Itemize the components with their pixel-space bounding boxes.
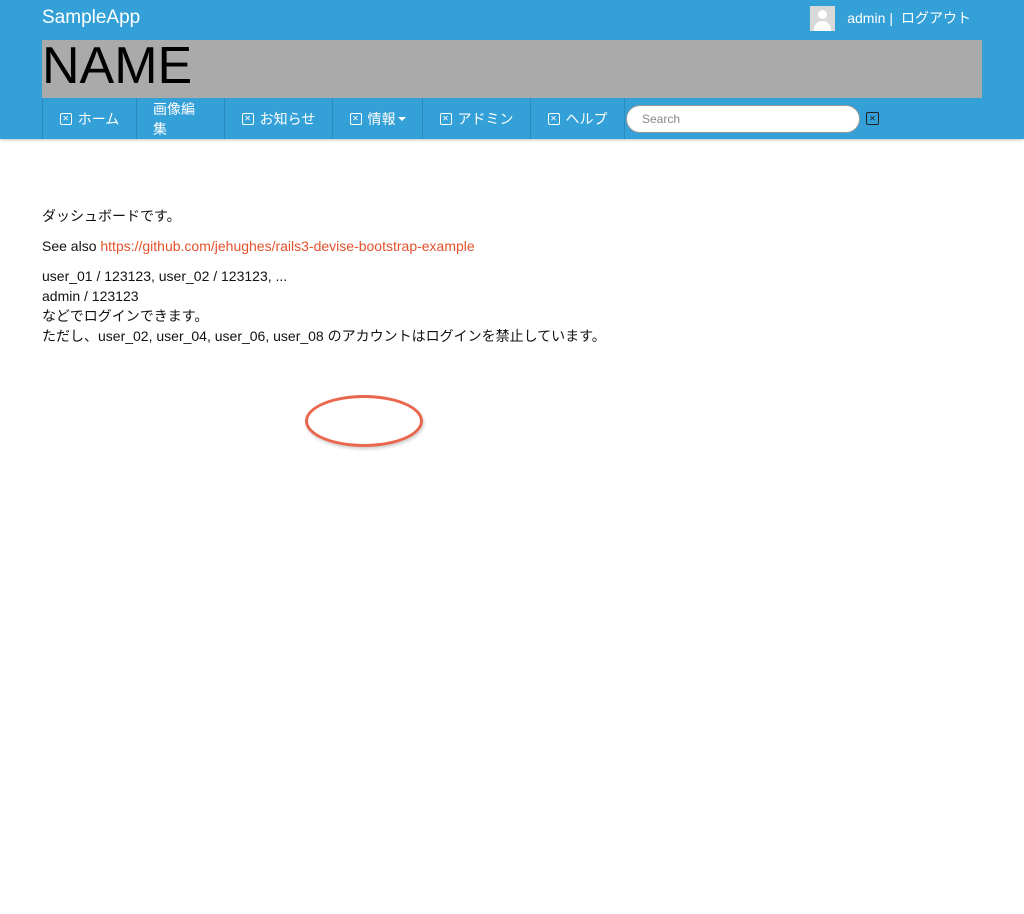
annotation-ellipse [305,395,423,447]
credentials-line: admin / 123123 [42,288,139,304]
nav-item-image-edit[interactable]: 画像編集 [136,98,224,139]
nav-item-label: アドミン [457,110,514,127]
search-input[interactable] [626,104,860,133]
credentials-block: user_01 / 123123, user_02 / 123123, ... … [42,266,606,346]
nav-item-label: お知らせ [259,110,316,127]
name-banner: NAME [42,40,982,98]
username-link[interactable]: admin [847,10,885,26]
logout-link[interactable]: ログアウト [901,8,971,28]
nav-item-help[interactable]: ✕ ヘルプ [530,98,624,139]
nav-item-admin[interactable]: ✕ アドミン [422,98,530,139]
banner-title: NAME [42,37,193,95]
search-form: ✕ [624,98,879,139]
see-also-line: See also https://github.com/jehughes/rai… [42,236,606,256]
credentials-line: user_01 / 123123, user_02 / 123123, ... [42,268,288,284]
main-content: ダッシュボードです。 See also https://github.com/j… [42,206,606,356]
home-icon: ✕ [59,112,72,125]
see-also-prefix: See also [42,238,101,254]
help-icon: ✕ [547,112,560,125]
brand-link[interactable]: SampleApp [42,7,140,29]
caret-down-icon [397,116,406,121]
nav-item-info[interactable]: ✕ 情報 [332,98,422,139]
nav-item-news[interactable]: ✕ お知らせ [224,98,332,139]
main-navbar: ✕ ホーム 画像編集 ✕ お知らせ ✕ 情報 ✕ アドミン ✕ ヘルプ ✕ [42,98,879,139]
top-header: SampleApp admin | ログアウト NAME ✕ ホーム 画像編集 … [0,0,1024,139]
credentials-line: などでログインできます。 [42,308,209,324]
github-link[interactable]: https://github.com/jehughes/rails3-devis… [100,238,474,254]
nav-item-label: ヘルプ [565,110,608,127]
credentials-line: ただし、user_02, user_04, user_06, user_08 の… [42,328,606,344]
search-icon[interactable]: ✕ [866,112,879,125]
nav-item-label: 情報 [367,110,396,127]
admin-icon: ✕ [439,112,452,125]
info-icon: ✕ [349,112,362,125]
user-area: admin | ログアウト [810,5,971,31]
user-separator: | [889,10,893,26]
nav-item-label: 画像編集 [153,100,195,137]
news-icon: ✕ [241,112,254,125]
avatar-icon[interactable] [810,5,836,31]
dashboard-text: ダッシュボードです。 [42,208,181,224]
nav-item-home[interactable]: ✕ ホーム [42,98,136,139]
nav-item-label: ホーム [77,110,120,127]
